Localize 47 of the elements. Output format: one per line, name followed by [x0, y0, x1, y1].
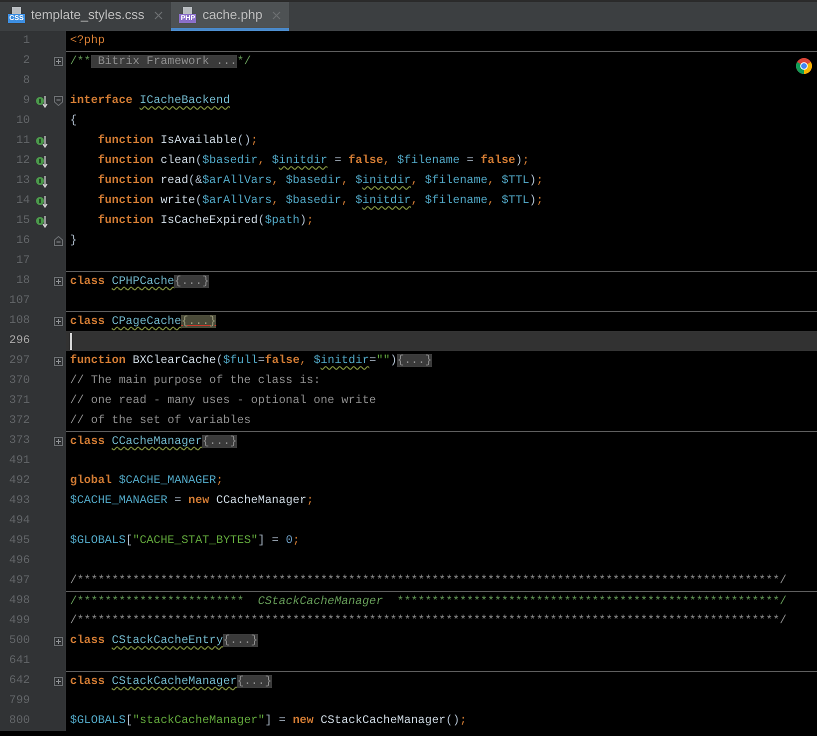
code-line: // one read - many uses - optional one write	[70, 393, 376, 410]
code-line: }	[70, 233, 77, 250]
code-line: class CStackCacheManager{...}	[70, 674, 272, 690]
expand-fold-icon[interactable]	[54, 356, 62, 366]
expand-fold-icon[interactable]	[54, 636, 62, 646]
code-line: class CPHPCache{...}	[70, 274, 210, 290]
code-line: $GLOBALS["CACHE_STAT_BYTES"] = 0;	[70, 533, 300, 550]
implemented-icon[interactable]	[34, 214, 48, 228]
close-icon[interactable]	[154, 10, 164, 20]
implemented-icon[interactable]	[34, 174, 48, 188]
code-line: $GLOBALS["stackCacheManager"] = new CStackCacheManager();	[70, 713, 467, 730]
expand-fold-icon[interactable]	[54, 276, 62, 286]
code-line: function write($arAllVars, $basedir, $initdir, $filename, $TTL);	[96, 193, 544, 210]
code-line: function IsAvailable();	[96, 133, 258, 150]
code-line: function BXClearCache($full=false, $initdir=""){...}	[70, 353, 432, 370]
tab-label: cache.php	[202, 6, 262, 24]
fold-icon[interactable]	[54, 96, 62, 106]
line-number: 296	[8, 333, 30, 350]
code-line: /** Bitrix Framework ...*/	[70, 54, 251, 70]
code-line: /************************ CStackCacheManager *******************************************************/	[70, 594, 787, 610]
code-line: function IsCacheExpired($path);	[96, 213, 314, 230]
browser-icon[interactable]	[796, 58, 812, 74]
code-line: function read(&$arAllVars, $basedir, $initdir, $filename, $TTL);	[96, 173, 544, 190]
expand-fold-icon[interactable]	[54, 676, 62, 686]
code-line: /*****************************************************************************************************/	[70, 573, 787, 590]
implemented-icon[interactable]	[34, 134, 48, 148]
code-line: interface ICacheBackend	[70, 93, 230, 110]
code-line: global $CACHE_MANAGER;	[70, 473, 224, 490]
implemented-icon[interactable]	[34, 94, 48, 108]
code-line: class CStackCacheEntry{...}	[70, 633, 258, 650]
expand-fold-icon[interactable]	[54, 56, 62, 66]
code-line: // of the set of variables	[70, 413, 251, 430]
fold-icon[interactable]	[54, 236, 62, 246]
code-line: class CCacheManager{...}	[70, 434, 237, 450]
expand-fold-icon[interactable]	[54, 436, 62, 446]
code-line: $CACHE_MANAGER = new CCacheManager;	[70, 493, 314, 510]
expand-fold-icon[interactable]	[54, 316, 62, 326]
code-line: <?php	[70, 33, 105, 50]
implemented-icon[interactable]	[34, 154, 48, 168]
code-line: {	[70, 113, 77, 130]
code-line: class CPageCache{...}	[70, 314, 216, 330]
code-line: /*****************************************************************************************************/	[70, 613, 787, 630]
text-caret	[70, 332, 72, 350]
tab-label: template_styles.css	[31, 6, 144, 24]
implemented-icon[interactable]	[34, 194, 48, 208]
code-line: function clean($basedir, $initdir = false, $filename = false);	[96, 153, 530, 170]
code-line: // The main purpose of the class is:	[70, 373, 320, 390]
